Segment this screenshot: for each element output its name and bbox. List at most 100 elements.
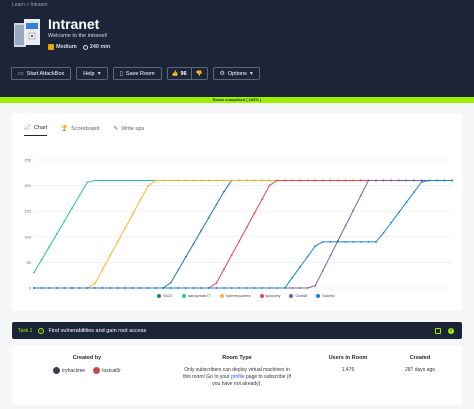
options-button[interactable]: ⚙ Options ▾ [212,67,260,80]
task-actions: ˅ [435,327,454,334]
legend-item[interactable]: spoochy [259,293,280,298]
data-point [124,179,127,182]
data-point [131,213,134,215]
start-attackbox-button[interactable]: ▭ Start AttackBox [11,67,72,80]
tab-write-ups[interactable]: ✎ Write ups [114,125,145,136]
room-info-card: Created by tryhackme toxicat0r Room Type… [12,345,462,405]
data-point [397,179,400,182]
data-point [382,231,385,234]
data-point [169,179,172,182]
data-point [397,211,400,214]
data-point [139,179,142,182]
page-title: Intranet [48,16,100,32]
data-point [405,201,408,204]
data-point [245,226,248,229]
room-meta: Medium 240 min [48,44,110,50]
chevron-down-icon[interactable]: ˅ [448,327,454,334]
room-type-heading: Room Type [222,355,252,361]
data-point [192,287,195,289]
legend-label: N11C [163,293,173,298]
data-point [78,194,81,197]
data-point [139,287,142,289]
creator-name: tryhackme [62,367,86,374]
data-point [177,287,180,289]
data-point [230,287,233,289]
data-point [413,191,415,194]
upvote-button[interactable]: 👍 96 [168,68,191,79]
data-point [344,224,347,227]
data-point [299,287,301,289]
data-point [306,255,309,258]
data-point [329,254,332,257]
page: Learn > Intranet Intranet Welcome to the… [0,0,474,409]
data-point [306,287,309,289]
pen-icon: ✎ [113,125,119,132]
data-point [55,287,58,289]
avatar [93,367,101,374]
chart-card: 0 50 100 150 200 250 📈 Chart 🏆 Scoreboard ✎ W… [12,113,462,311]
legend-item[interactable]: sandyman77 [181,293,211,298]
help-button[interactable]: Help ▾ [76,67,108,80]
data-point [230,254,233,257]
data-point [154,179,157,182]
series-line-sandyman77 [33,179,452,273]
data-point [337,179,339,182]
legend-item[interactable]: ryderecyclees [219,293,251,298]
data-point [177,268,180,271]
legend-item[interactable]: Subesl [316,293,334,298]
data-point [78,287,81,289]
data-point [359,179,362,182]
created-heading: Created [409,355,431,361]
breadcrumb-home[interactable]: Learn [12,2,25,8]
data-point [283,287,286,289]
data-point [223,190,225,193]
data-point [314,179,317,182]
creators: tryhackme toxicat0r [32,367,142,374]
data-point [101,179,104,182]
data-point [86,181,89,184]
data-point [367,241,370,243]
breadcrumb-current: Intranet [30,2,48,8]
breadcrumb-separator: > [26,2,30,8]
data-point [200,287,203,289]
data-point [40,258,43,261]
users-column: Users in Room 1,476 [318,355,378,373]
data-point [185,287,187,289]
data-point [291,276,294,279]
data-point [382,179,385,182]
data-point [329,241,332,243]
data-point [177,179,180,182]
data-point [261,179,263,182]
creator-toxicat0r[interactable]: toxicat0r [93,367,121,374]
tab-scoreboard[interactable]: 🏆 Scoreboard [61,125,99,136]
task-header[interactable]: Task 1 ✓ Find vulnerabilities and gain r… [12,322,462,339]
data-point [321,269,324,272]
legend-item[interactable]: Ootl48 [289,293,307,298]
tab-chart[interactable]: 📈 Chart [24,125,48,136]
difficulty-icon [48,44,54,50]
data-point [223,268,225,271]
creator-tryhackme[interactable]: tryhackme [53,367,85,374]
downvote-button[interactable]: 👎 [190,68,207,79]
data-point [147,185,149,187]
data-point [443,179,446,182]
room-subtitle: Welcome to the intranet! [48,33,108,39]
task-file-icon[interactable] [435,327,441,334]
data-point [55,233,58,235]
data-point [139,199,142,201]
profile-link[interactable]: profile [231,374,245,380]
data-point [321,179,324,182]
check-icon: ✓ [38,327,45,334]
data-point [321,241,324,243]
data-point [48,245,51,248]
bookmark-icon: ▯ [119,71,123,77]
users-heading: Users in Room [328,355,368,361]
tab-scoreboard-label: Scoreboard [71,125,100,132]
legend-swatch [157,293,161,298]
y-tick-label: 200 [24,183,31,188]
data-point [147,287,149,289]
save-room-button[interactable]: ▯ Save Room [112,67,162,80]
task-title: Find vulnerabilities and gain root acces… [48,327,147,334]
legend-item[interactable]: N11C [157,293,173,298]
data-point [306,179,309,182]
